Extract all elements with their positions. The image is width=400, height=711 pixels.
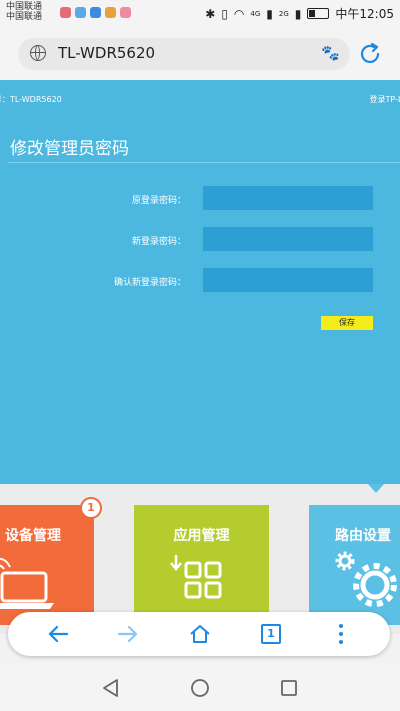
app-grid-icon bbox=[170, 555, 222, 599]
new-password-input[interactable] bbox=[203, 227, 373, 251]
login-link[interactable]: 登录TP-LINK bbox=[370, 94, 400, 105]
gear-icon bbox=[335, 551, 397, 607]
nav-home-icon[interactable] bbox=[190, 678, 210, 698]
address-bar: TL-WDR5620 🐾 bbox=[0, 26, 400, 80]
device-manage-tile[interactable]: 设备管理 bbox=[0, 505, 94, 625]
save-button[interactable]: 保存 bbox=[321, 316, 373, 330]
battery-icon bbox=[307, 8, 330, 19]
device-manage-label: 设备管理 bbox=[5, 528, 61, 544]
menu-button[interactable] bbox=[328, 621, 354, 647]
new-password-label: 新登录密码： bbox=[131, 237, 186, 247]
send-icon bbox=[90, 7, 101, 18]
signal-icon-2: ▮ bbox=[294, 6, 302, 21]
carrier-2: 中国联通 bbox=[6, 12, 43, 22]
home-icon bbox=[190, 625, 210, 643]
app-notify-icon bbox=[120, 7, 131, 18]
old-password-input[interactable] bbox=[203, 186, 373, 210]
title-divider bbox=[8, 162, 400, 163]
notification-icons bbox=[60, 7, 131, 18]
back-arrow-icon bbox=[48, 625, 69, 643]
page-title: 修改管理员密码 bbox=[10, 139, 129, 159]
bluetooth-icon: ✱ bbox=[205, 6, 216, 21]
home-button[interactable] bbox=[187, 621, 213, 647]
reload-icon[interactable] bbox=[358, 42, 382, 66]
wifi-icon: ◠ bbox=[233, 6, 245, 21]
signal-4g-label: 4G bbox=[250, 9, 261, 18]
footprint-icon[interactable]: 🐾 bbox=[321, 44, 340, 62]
browser-toolbar: 1 bbox=[8, 612, 390, 656]
carrier-1: 中国联通 bbox=[6, 2, 43, 12]
signal-icon-1: ▮ bbox=[266, 6, 273, 21]
tile-pointer-icon bbox=[368, 484, 384, 493]
route-settings-label: 路由设置 bbox=[335, 528, 391, 544]
system-navigation-bar bbox=[0, 663, 400, 711]
confirm-password-input[interactable] bbox=[203, 268, 373, 292]
tab-count: 1 bbox=[261, 624, 281, 644]
weibo-icon bbox=[105, 7, 116, 18]
app-manage-label: 应用管理 bbox=[173, 528, 230, 544]
carrier-labels: 中国联通 中国联通 bbox=[6, 2, 42, 22]
clock: 中午12:05 bbox=[335, 7, 394, 21]
back-button[interactable] bbox=[45, 621, 71, 647]
nav-back-icon[interactable] bbox=[101, 678, 121, 698]
url-text: TL-WDR5620 bbox=[58, 44, 156, 62]
vibrate-icon: ▯ bbox=[221, 6, 228, 21]
old-password-label: 原登录密码： bbox=[131, 196, 186, 206]
forward-arrow-icon bbox=[117, 625, 138, 643]
router-admin-page: 型号：TL-WDR5620 登录TP-LINK 修改管理员密码 原登录密码： 新… bbox=[0, 80, 400, 484]
qq-icon bbox=[75, 7, 86, 18]
status-right: ✱ ▯ ◠ 4G ▮ 2G ▮ 中午12:05 bbox=[205, 5, 394, 22]
tabs-button[interactable]: 1 bbox=[258, 621, 284, 647]
model-label: 型号：TL-WDR5620 bbox=[0, 95, 62, 104]
confirm-password-label: 确认新登录密码： bbox=[113, 278, 186, 288]
device-count-badge: 1 bbox=[80, 497, 102, 519]
route-settings-tile[interactable]: 路由设置 bbox=[309, 505, 400, 625]
laptop-icon bbox=[0, 558, 54, 609]
status-bar: 中国联通 中国联通 ✱ ▯ ◠ 4G ▮ 2G ▮ 中午12:05 bbox=[0, 0, 400, 26]
url-field[interactable]: TL-WDR5620 🐾 bbox=[18, 38, 350, 70]
signal-2g-label: 2G bbox=[278, 9, 289, 18]
app-manage-tile[interactable]: 应用管理 bbox=[134, 505, 269, 625]
nav-recents-icon[interactable] bbox=[280, 679, 298, 697]
heart-icon bbox=[60, 7, 71, 18]
more-vert-icon bbox=[339, 624, 343, 644]
forward-button[interactable] bbox=[115, 621, 141, 647]
globe-icon bbox=[30, 45, 46, 61]
